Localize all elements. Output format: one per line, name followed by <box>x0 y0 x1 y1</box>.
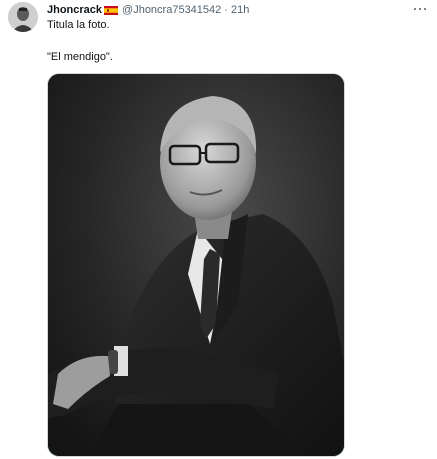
tweet-text-line-2: "El mendigo". <box>47 51 113 63</box>
avatar-image <box>8 2 38 32</box>
separator-dot: · <box>224 4 228 16</box>
tweet-text-line-1: Titula la foto. <box>47 19 110 31</box>
tweet-media-photo[interactable] <box>47 73 345 457</box>
author-display-name[interactable]: Jhoncrack <box>47 3 102 17</box>
author-handle[interactable]: @Jhoncra75341542 <box>122 3 221 17</box>
more-options-icon[interactable] <box>410 2 430 16</box>
avatar[interactable] <box>8 2 38 32</box>
spain-flag-icon <box>104 5 119 15</box>
tweet-header: Jhoncrack @Jhoncra75341542 · 21h <box>47 3 249 17</box>
portrait-photo <box>48 74 344 456</box>
tweet-card[interactable]: Jhoncrack @Jhoncra75341542 · 21h Titula … <box>0 0 437 459</box>
tweet-timestamp[interactable]: 21h <box>231 3 249 17</box>
